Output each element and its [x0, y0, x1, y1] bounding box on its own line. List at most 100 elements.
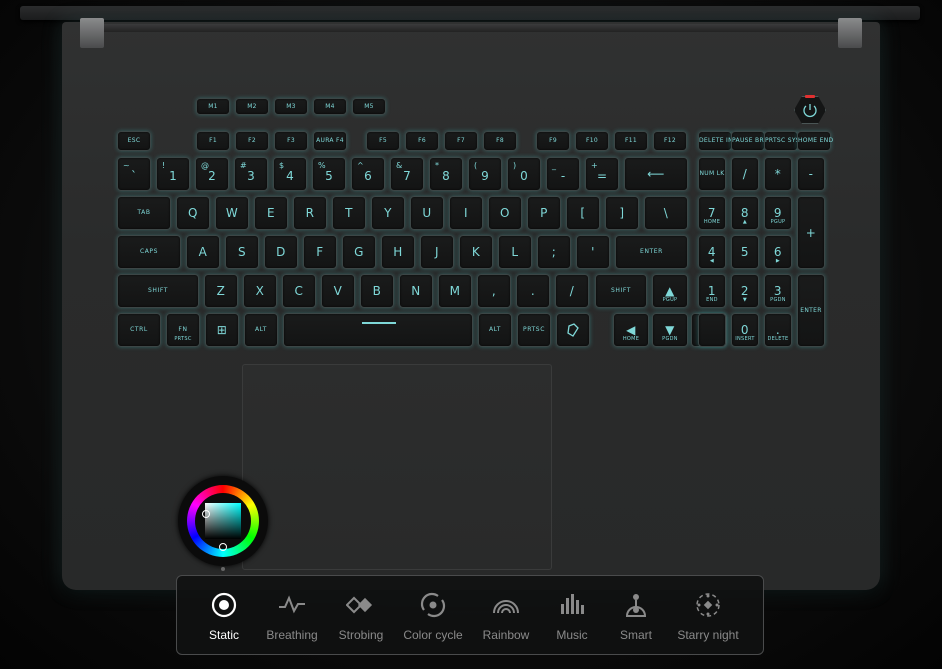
numpad-key-sym[interactable]: * — [764, 157, 792, 191]
key-num-10[interactable]: 0) — [507, 157, 541, 191]
key-windows[interactable]: ⊞ — [205, 313, 239, 347]
numpad-key-8[interactable]: 8 ▲ — [731, 196, 759, 230]
key-left-shift[interactable]: SHIFT — [117, 274, 199, 308]
numpad-key-7[interactable]: 7 HOME — [698, 196, 726, 230]
key-f1[interactable]: F1 — [196, 131, 230, 151]
key-f3[interactable]: F3 — [274, 131, 308, 151]
key-num-11[interactable]: - _ — [546, 157, 580, 191]
key-p[interactable]: P — [527, 196, 561, 230]
numpad-key-5[interactable]: 5 — [731, 235, 759, 269]
mode-color-cycle[interactable]: Color cycle — [393, 576, 473, 656]
numpad-key-4[interactable]: 4 ◀ — [698, 235, 726, 269]
macro-key-m3[interactable]: M3 — [274, 98, 308, 115]
numpad-key-blank[interactable] — [698, 313, 726, 347]
numpad-key-9[interactable]: 9 PGUP — [764, 196, 792, 230]
mode-smart[interactable]: Smart — [596, 576, 676, 656]
key-w[interactable]: W — [215, 196, 249, 230]
key-h[interactable]: H — [381, 235, 415, 269]
macro-key-m2[interactable]: M2 — [235, 98, 269, 115]
numpad-key-plus[interactable]: + — [797, 196, 825, 269]
mode-starry-night[interactable]: Starry night — [668, 576, 748, 656]
key-backspace[interactable]: ⟵ — [624, 157, 688, 191]
key-f5[interactable]: F5 — [366, 131, 400, 151]
macro-key-m4[interactable]: M4 — [313, 98, 347, 115]
key-right-alt[interactable]: ALT — [478, 313, 512, 347]
key-f10[interactable]: F10 — [575, 131, 609, 151]
key-x[interactable]: X — [243, 274, 277, 308]
numpad-key-2[interactable]: 2 ▼ — [731, 274, 759, 308]
key-backslash[interactable]: \ — [644, 196, 688, 230]
key-sym[interactable]: ; — [537, 235, 571, 269]
numpad-key-3[interactable]: 3 PGDN — [764, 274, 792, 308]
key-num-3[interactable]: 3 # — [234, 157, 268, 191]
key-prtsc[interactable]: PRTSC — [517, 313, 551, 347]
key-c[interactable]: C — [282, 274, 316, 308]
key-pause-break[interactable]: PAUSE BREAK — [731, 131, 776, 151]
mode-strobing[interactable]: Strobing — [321, 576, 401, 656]
key-num-5[interactable]: 5% — [312, 157, 346, 191]
key-o[interactable]: O — [488, 196, 522, 230]
key-arrow-down[interactable]: ▼ PGDN — [652, 313, 688, 347]
key-f8[interactable]: F8 — [483, 131, 517, 151]
numpad-key-sym[interactable]: - — [797, 157, 825, 191]
key-u[interactable]: U — [410, 196, 444, 230]
key-g[interactable]: G — [342, 235, 376, 269]
key-f[interactable]: F — [303, 235, 337, 269]
key-spacebar[interactable] — [283, 313, 473, 347]
color-selector-handle[interactable] — [202, 510, 210, 518]
key-num-8[interactable]: 8 * — [429, 157, 463, 191]
macro-key-m1[interactable]: M1 — [196, 98, 230, 115]
key-enter[interactable]: ENTER — [615, 235, 688, 269]
key-home-end[interactable]: HOME END — [797, 131, 833, 151]
key-sym[interactable]: [ — [566, 196, 600, 230]
numpad-key-6[interactable]: 6 ▶ — [764, 235, 792, 269]
key-right-shift[interactable]: SHIFT — [595, 274, 647, 308]
hue-selector-handle[interactable] — [219, 543, 227, 551]
key-s[interactable]: S — [225, 235, 259, 269]
key-r[interactable]: R — [293, 196, 327, 230]
key-left-alt[interactable]: ALT — [244, 313, 278, 347]
key-a[interactable]: A — [186, 235, 220, 269]
key-y[interactable]: Y — [371, 196, 405, 230]
numpad-key-enter[interactable]: ENTER — [797, 274, 825, 347]
key-delete-insert[interactable]: DELETE INSERT — [698, 131, 749, 151]
key-sym[interactable]: , — [477, 274, 511, 308]
key-caps-lock[interactable]: CAPS — [117, 235, 181, 269]
key-n[interactable]: N — [399, 274, 433, 308]
key-f12[interactable]: F12 — [653, 131, 687, 151]
numpad-key-decimal[interactable]: . DELETE — [764, 313, 792, 347]
saturation-square[interactable] — [205, 503, 241, 539]
key-m[interactable]: M — [438, 274, 472, 308]
key-sym[interactable]: ] — [605, 196, 639, 230]
key-prtsc-sysrq[interactable]: PRTSC SYSRQ — [764, 131, 809, 151]
numpad-key-sym[interactable]: / — [731, 157, 759, 191]
key-num-4[interactable]: 4 $ — [273, 157, 307, 191]
key-sym[interactable]: . — [516, 274, 550, 308]
key-tab[interactable]: TAB — [117, 196, 171, 230]
key-aura-f4[interactable]: AURA F4 — [313, 131, 347, 151]
key-arrow-up[interactable]: ▲ PGUP — [652, 274, 688, 308]
key-sym[interactable]: / — [555, 274, 589, 308]
key-arrow-left[interactable]: ◀ HOME — [613, 313, 649, 347]
key-num-9[interactable]: 9( — [468, 157, 502, 191]
key-q[interactable]: Q — [176, 196, 210, 230]
key-copilot[interactable] — [556, 313, 590, 347]
numpad-key-num-lk[interactable]: NUM LK — [698, 157, 726, 191]
key-j[interactable]: J — [420, 235, 454, 269]
key-ctrl[interactable]: CTRL — [117, 313, 161, 347]
key-v[interactable]: V — [321, 274, 355, 308]
macro-key-m5[interactable]: M5 — [352, 98, 386, 115]
mode-breathing[interactable]: Breathing — [252, 576, 332, 656]
key-num-6[interactable]: 6 ^ — [351, 157, 385, 191]
key-backtick[interactable]: ` ~ — [117, 157, 151, 191]
key-f6[interactable]: F6 — [405, 131, 439, 151]
numpad-key-1[interactable]: 1 END — [698, 274, 726, 308]
key-num-7[interactable]: 7 & — [390, 157, 424, 191]
numpad-key-0[interactable]: 0 INSERT — [731, 313, 759, 347]
key-l[interactable]: L — [498, 235, 532, 269]
key-t[interactable]: T — [332, 196, 366, 230]
key-b[interactable]: B — [360, 274, 394, 308]
key-i[interactable]: I — [449, 196, 483, 230]
key-f11[interactable]: F11 — [614, 131, 648, 151]
key-f7[interactable]: F7 — [444, 131, 478, 151]
